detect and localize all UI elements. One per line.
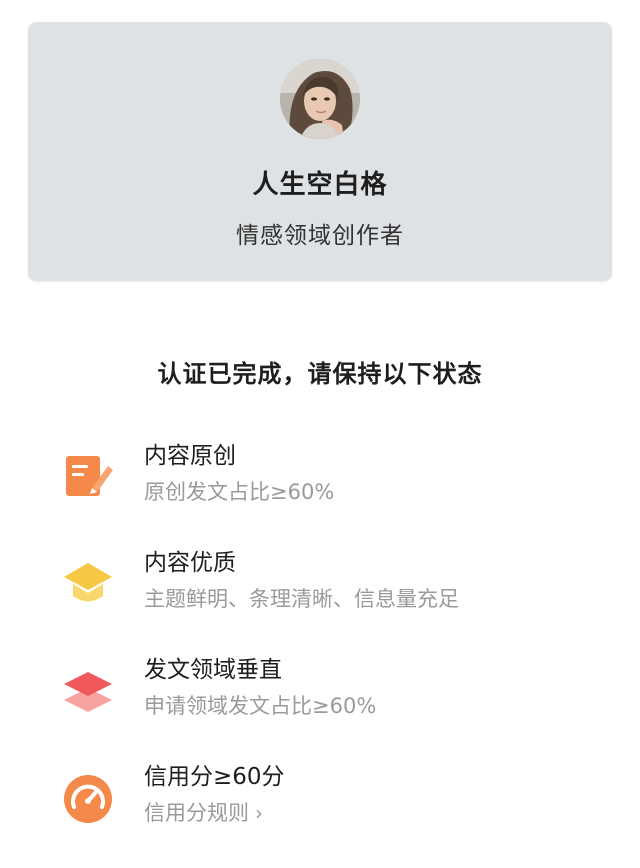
author-role: 情感领域创作者 <box>236 223 404 249</box>
edit-document-icon <box>62 450 114 502</box>
layers-icon <box>62 664 114 716</box>
requirement-title: 内容优质 <box>144 550 236 576</box>
requirement-title: 信用分≥60分 <box>144 764 285 790</box>
requirement-title: 内容原创 <box>144 443 236 469</box>
requirement-original-content: 内容原创 原创发文占比≥60% <box>0 436 640 526</box>
chevron-right-icon: › <box>255 801 263 825</box>
credit-score-rules-label: 信用分规则 <box>144 801 249 825</box>
author-name: 人生空白格 <box>252 170 388 200</box>
avatar[interactable] <box>280 59 360 139</box>
requirement-description: 主题鲜明、条理清晰、信息量充足 <box>144 587 459 611</box>
requirement-vertical-domain: 发文领域垂直 申请领域发文占比≥60% <box>0 650 640 740</box>
requirement-title: 发文领域垂直 <box>144 657 282 683</box>
requirement-description: 原创发文占比≥60% <box>144 480 335 504</box>
avatar-image <box>280 59 360 139</box>
section-title: 认证已完成，请保持以下状态 <box>157 360 483 388</box>
page: 人生空白格 情感领域创作者 认证已完成，请保持以下状态 内容原创 原创发文占比≥… <box>0 0 640 868</box>
requirement-credit-score: 信用分≥60分 信用分规则 › <box>0 757 640 847</box>
profile-card: 人生空白格 情感领域创作者 <box>28 22 612 281</box>
requirement-quality-content: 内容优质 主题鲜明、条理清晰、信息量充足 <box>0 543 640 633</box>
requirement-description: 申请领域发文占比≥60% <box>144 694 377 718</box>
credit-score-rules-link[interactable]: 信用分规则 › <box>144 797 263 827</box>
gauge-icon <box>62 771 114 823</box>
graduation-cap-icon <box>62 557 114 609</box>
